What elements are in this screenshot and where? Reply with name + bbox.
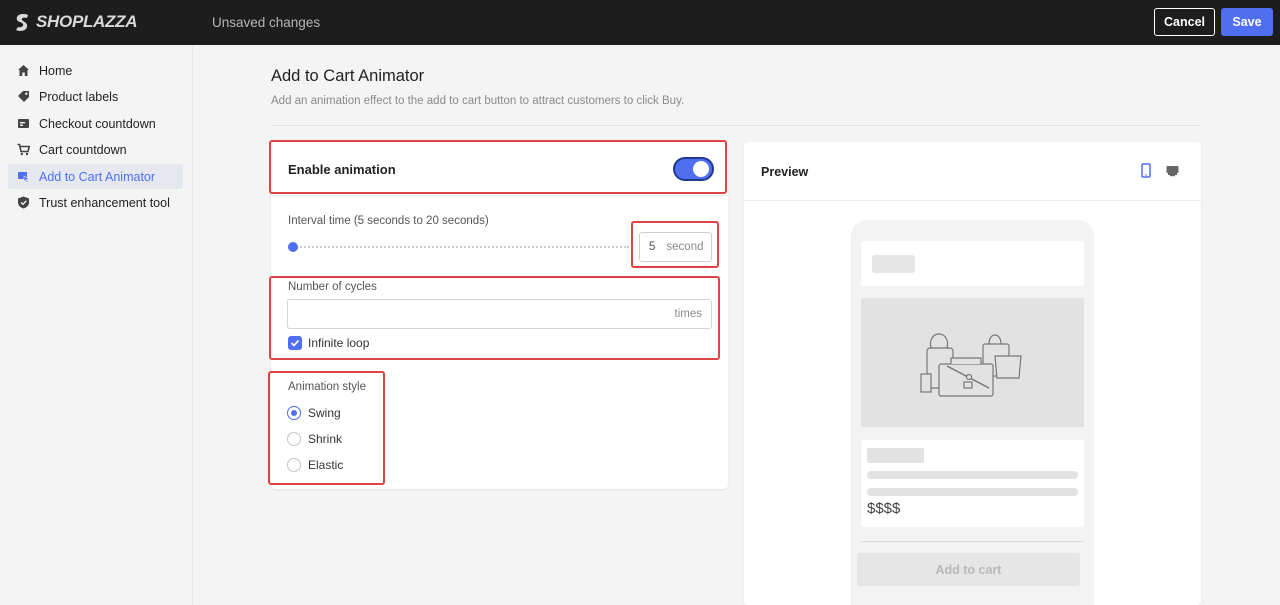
interval-slider-handle[interactable] xyxy=(288,242,298,252)
logo-text: SHOPLAZZA xyxy=(36,12,138,31)
preview-price: $$$$ xyxy=(867,500,901,517)
preview-product-image xyxy=(861,298,1084,427)
shoplazza-logo-icon xyxy=(16,13,28,31)
countdown-card-icon xyxy=(16,117,30,131)
header-divider xyxy=(271,125,1201,126)
highlight-interval-input xyxy=(631,221,719,268)
desktop-icon[interactable] xyxy=(1165,163,1180,179)
highlight-number-of-cycles xyxy=(269,276,720,360)
shield-check-icon xyxy=(16,196,30,210)
cart-icon xyxy=(16,143,30,157)
settings-card-divider xyxy=(271,195,728,196)
interval-time-label: Interval time (5 seconds to 20 seconds) xyxy=(288,215,489,227)
sidebar-item-label: Checkout countdown xyxy=(39,116,156,131)
top-bar: SHOPLAZZA Unsaved changes Cancel Save xyxy=(0,0,1280,45)
preview-title-placeholder xyxy=(867,448,924,463)
sidebar-item-add-to-cart-animator[interactable]: Add to Cart Animator xyxy=(8,164,183,189)
mobile-icon[interactable] xyxy=(1139,163,1153,179)
cancel-button[interactable]: Cancel xyxy=(1154,8,1215,36)
sidebar-item-label: Trust enhancement tool xyxy=(39,195,170,210)
highlight-enable-animation xyxy=(269,140,727,194)
sidebar-item-cart-countdown[interactable]: Cart countdown xyxy=(8,137,183,162)
sidebar-item-label: Home xyxy=(39,63,73,78)
unsaved-changes-status: Unsaved changes xyxy=(212,15,321,30)
preview-divider xyxy=(744,200,1201,201)
tag-icon xyxy=(16,90,30,104)
logo: SHOPLAZZA xyxy=(14,12,137,32)
sidebar-item-home[interactable]: Home xyxy=(8,58,183,83)
sidebar-item-checkout-countdown[interactable]: Checkout countdown xyxy=(8,111,183,136)
sidebar-item-label: Product labels xyxy=(39,89,119,104)
preview-title: Preview xyxy=(761,165,809,179)
page-title: Add to Cart Animator xyxy=(271,67,425,85)
bags-illustration-icon xyxy=(920,333,1022,397)
home-icon xyxy=(16,64,30,78)
sidebar-item-label: Cart countdown xyxy=(39,142,127,157)
cart-animator-icon xyxy=(16,170,30,184)
sidebar-item-label: Add to Cart Animator xyxy=(39,169,156,184)
interval-slider-track[interactable] xyxy=(293,246,629,248)
preview-footer-divider xyxy=(861,541,1084,542)
preview-text-placeholder xyxy=(867,488,1078,496)
highlight-animation-style xyxy=(268,371,385,485)
preview-text-placeholder xyxy=(867,471,1078,479)
sidebar-item-trust-enhancement-tool[interactable]: Trust enhancement tool xyxy=(8,190,183,215)
preview-header-placeholder xyxy=(872,255,915,273)
sidebar-item-product-labels[interactable]: Product labels xyxy=(8,84,183,109)
save-button[interactable]: Save xyxy=(1221,8,1273,36)
page-description: Add an animation effect to the add to ca… xyxy=(271,95,685,107)
preview-add-to-cart-button: Add to cart xyxy=(857,553,1080,586)
